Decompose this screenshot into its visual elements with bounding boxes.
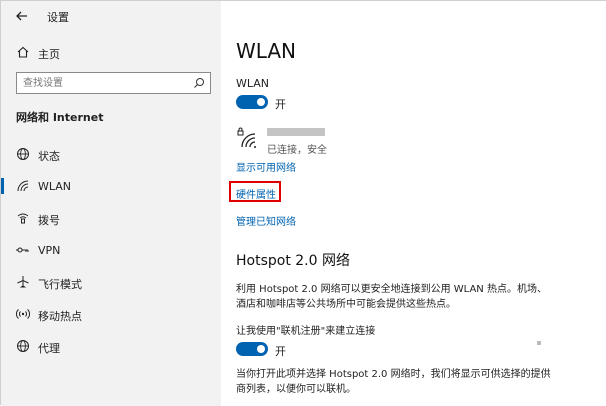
- hotspot-footer-text: 当你打开此项并选择 Hotspot 2.0 网络时，我们将显示可供选择的提供商列…: [236, 369, 551, 395]
- globe-icon: [17, 148, 29, 160]
- airplane-icon: [17, 276, 29, 288]
- proxy-globe-icon: [17, 340, 29, 352]
- secure-wifi-icon: [237, 127, 256, 148]
- app-title: 设置: [47, 11, 69, 24]
- back-button[interactable]: [13, 7, 31, 25]
- sidebar-item-wlan[interactable]: WLAN: [1, 173, 221, 199]
- sidebar-item-dialup[interactable]: 拨号: [1, 205, 221, 231]
- hotspot-icon: [16, 309, 30, 319]
- dialup-icon: [17, 213, 29, 224]
- scrollbar-indicator[interactable]: [537, 341, 541, 345]
- wlan-toggle-state: 开: [275, 98, 286, 111]
- sidebar-item-label: 代理: [38, 342, 60, 355]
- sidebar-section-title: 网络和 Internet: [16, 111, 104, 124]
- sidebar-item-label: VPN: [38, 244, 61, 257]
- sidebar-item-label: WLAN: [38, 180, 72, 193]
- hotspot-heading: Hotspot 2.0 网络: [236, 253, 350, 269]
- sidebar-item-home[interactable]: 主页: [1, 41, 221, 65]
- online-signup-toggle-state: 开: [275, 345, 286, 358]
- online-signup-toggle[interactable]: [236, 342, 268, 356]
- sidebar-item-hotspot[interactable]: 移动热点: [1, 301, 221, 327]
- hotspot-description: 利用 Hotspot 2.0 网络可以更安全地连接到公用 WLAN 热点。机场、…: [236, 284, 547, 310]
- sidebar-item-label: 移动热点: [38, 310, 82, 323]
- wlan-toggle[interactable]: [236, 95, 268, 109]
- search-box[interactable]: [16, 72, 211, 94]
- sidebar-item-vpn[interactable]: VPN: [1, 237, 221, 263]
- main-content: WLAN WLAN 开 已连接，安全 显示可用网络 硬件属性 管理已知网络 Ho…: [221, 1, 606, 406]
- vpn-icon: [16, 247, 29, 253]
- sidebar-item-proxy[interactable]: 代理: [1, 333, 221, 359]
- back-arrow-icon: [16, 11, 27, 21]
- sidebar: 设置 主页 网络和 Internet 状态: [1, 1, 221, 406]
- title-bar: 设置: [1, 1, 221, 31]
- sidebar-item-label: 主页: [38, 48, 60, 61]
- manage-known-networks-link[interactable]: 管理已知网络: [236, 213, 296, 228]
- show-available-networks-link[interactable]: 显示可用网络: [236, 159, 296, 174]
- sidebar-item-airplane[interactable]: 飞行模式: [1, 269, 221, 295]
- home-icon: [17, 46, 29, 58]
- sidebar-item-status[interactable]: 状态: [1, 141, 221, 167]
- settings-window: 设置 主页 网络和 Internet 状态: [0, 0, 606, 406]
- wlan-toggle-label: WLAN: [236, 77, 270, 90]
- search-input[interactable]: [23, 76, 183, 90]
- sidebar-item-label: 拨号: [38, 214, 60, 227]
- page-title: WLAN: [236, 39, 297, 63]
- sidebar-item-label: 飞行模式: [38, 278, 82, 291]
- network-status: 已连接，安全: [267, 145, 327, 156]
- hardware-properties-link[interactable]: 硬件属性: [236, 186, 276, 201]
- sidebar-item-label: 状态: [38, 150, 60, 163]
- wifi-icon: [17, 180, 29, 192]
- search-icon[interactable]: [193, 77, 205, 89]
- network-name-redacted: [267, 128, 325, 136]
- online-signup-toggle-label: 让我使用"联机注册"来建立连接: [236, 326, 376, 337]
